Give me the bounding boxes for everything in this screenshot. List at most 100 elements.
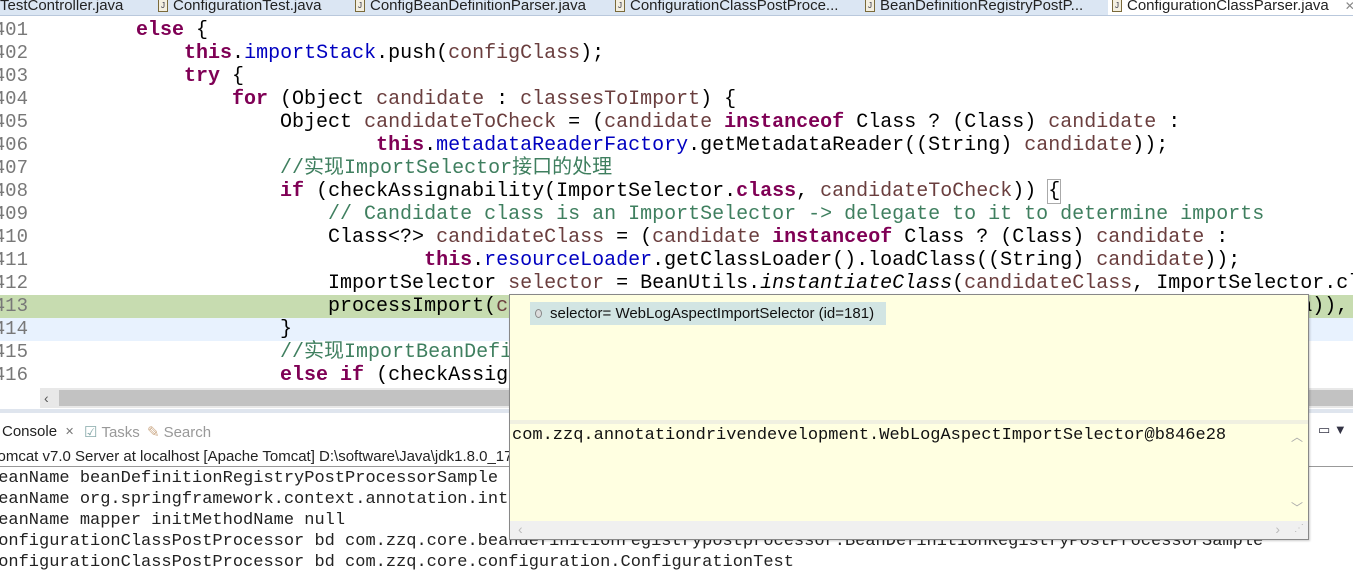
code-line[interactable]: 409 // Candidate class is an ImportSelec… <box>0 203 1353 226</box>
code-token: candidate <box>1024 134 1133 157</box>
tasks-icon: ☑ <box>84 424 98 441</box>
variable-tree-item[interactable]: selector= WebLogAspectImportSelector (id… <box>530 302 886 325</box>
line-number: 416 <box>0 364 28 386</box>
code-token: )); <box>1204 249 1241 272</box>
code-token: . <box>232 42 245 65</box>
code-token: this <box>184 42 233 65</box>
code-token: candidateToCheck <box>820 180 1013 203</box>
code-text: Object candidateToCheck = (candidate ins… <box>40 111 1180 134</box>
line-number: 412 <box>0 272 28 294</box>
tab-configurationclasspostprocessor[interactable]: J ConfigurationClassPostProce... <box>615 0 838 15</box>
code-line[interactable]: 412 ImportSelector selector = BeanUtils.… <box>0 272 1353 295</box>
tab-label: Console <box>2 423 58 440</box>
close-console-icon[interactable]: ✕ <box>65 425 74 438</box>
scroll-down-icon[interactable]: ﹀ <box>1291 499 1303 516</box>
code-token: else if <box>280 364 365 387</box>
tab-label: BeanDefinitionRegistryPostP... <box>880 0 1084 14</box>
variable-detail-text[interactable]: com.zzq.annotationdrivendevelopment.WebL… <box>511 424 1287 520</box>
console-toolbar: ▭ ▼ <box>1318 422 1347 438</box>
code-token: .push( <box>376 42 449 65</box>
code-token: . <box>424 134 437 157</box>
code-token: . <box>472 249 485 272</box>
tab-configurationclassparser[interactable]: J ConfigurationClassParser.java ✕ <box>1108 0 1353 15</box>
code-token: importStack <box>244 42 377 65</box>
code-text: this.metadataReaderFactory.getMetadataRe… <box>40 134 1168 157</box>
code-token: ); <box>580 42 605 65</box>
code-line[interactable]: 404 for (Object candidate : classesToImp… <box>0 88 1353 111</box>
code-token: : <box>1204 226 1229 249</box>
java-file-icon: J <box>355 0 365 12</box>
code-line[interactable]: 405 Object candidateToCheck = (candidate… <box>0 111 1353 134</box>
dropdown-icon[interactable]: ▼ <box>1334 422 1347 437</box>
line-number: 406 <box>0 134 28 156</box>
tab-configbeandefinitionparser[interactable]: J ConfigBeanDefinitionParser.java <box>355 0 586 15</box>
code-token: ) { <box>700 88 737 111</box>
code-line[interactable]: 408 if (checkAssignability(ImportSelecto… <box>0 179 1353 204</box>
scroll-left-icon[interactable]: ‹ <box>44 388 49 408</box>
line-number: 409 <box>0 203 28 225</box>
code-token: selector <box>508 272 605 295</box>
code-line[interactable]: 407 //实现ImportSelector接口的处理 <box>0 157 1353 180</box>
code-line[interactable]: 411 this.resourceLoader.getClassLoader()… <box>0 249 1353 272</box>
code-line[interactable]: 406 this.metadataReaderFactory.getMetada… <box>0 134 1353 157</box>
code-token: resourceLoader <box>484 249 653 272</box>
code-token: )); <box>1132 134 1169 157</box>
detail-vertical-scrollbar[interactable]: ︿ ﹀ <box>1288 424 1304 520</box>
line-number: 414 <box>0 318 28 340</box>
line-number: 413 <box>0 295 28 317</box>
code-token: class <box>736 180 797 203</box>
code-line[interactable]: 403 try { <box>0 65 1353 88</box>
tab-search[interactable]: ✎ Search <box>147 423 211 442</box>
tab-tasks[interactable]: ☑ Tasks <box>84 423 140 442</box>
code-token: processImport( <box>328 295 497 318</box>
resize-grip-icon[interactable]: ⋰ <box>1294 523 1304 534</box>
scroll-up-icon[interactable]: ︿ <box>1291 428 1303 445</box>
code-token: for <box>232 88 269 111</box>
code-token: .getMetadataReader((String) <box>688 134 1025 157</box>
code-token: Class<?> <box>328 226 437 249</box>
line-number: 403 <box>0 65 28 87</box>
code-token: = ( <box>604 226 653 249</box>
detail-horizontal-scrollbar[interactable]: ‹ › ⋰ <box>510 521 1308 539</box>
scroll-left-icon[interactable]: ‹ <box>518 521 523 537</box>
scroll-right-icon[interactable]: › <box>1275 521 1280 537</box>
code-line[interactable]: 410 Class<?> candidateClass = ( candidate… <box>0 226 1353 249</box>
variable-label: selector= WebLogAspectImportSelector (id… <box>550 305 875 322</box>
code-token: Object <box>280 111 365 134</box>
tab-label: ConfigBeanDefinitionParser.java <box>370 0 586 14</box>
code-token: candidate <box>1096 226 1205 249</box>
editor-tab-bar: TestController.java J ConfigurationTest.j… <box>0 0 1353 16</box>
open-console-icon[interactable]: ▭ <box>1318 422 1330 437</box>
tab-testcontroller[interactable]: TestController.java <box>0 0 124 15</box>
tab-console[interactable]: Console ✕ <box>2 423 74 440</box>
code-token: ImportSelector <box>328 272 509 295</box>
tab-beandefinitionregistrypostprocessor[interactable]: J BeanDefinitionRegistryPostP... <box>865 0 1084 15</box>
code-token: = BeanUtils. <box>604 272 761 295</box>
variable-inspect-popup[interactable]: selector= WebLogAspectImportSelector (id… <box>509 294 1309 540</box>
code-token: { <box>196 19 209 42</box>
tab-configurationtest[interactable]: J ConfigurationTest.java <box>158 0 321 15</box>
code-token: Class ? (Class) <box>844 111 1049 134</box>
code-token: candidateToCheck <box>364 111 557 134</box>
code-text: } <box>40 318 292 341</box>
code-text: try { <box>40 65 244 88</box>
line-number: 410 <box>0 226 28 248</box>
code-text: else { <box>40 19 208 42</box>
code-token: candidateClass <box>436 226 605 249</box>
code-token: Class ? (Class) <box>892 226 1097 249</box>
line-number: 415 <box>0 341 28 363</box>
code-text: ImportSelector selector = BeanUtils.inst… <box>40 272 1353 295</box>
line-number: 405 <box>0 111 28 133</box>
code-line[interactable]: 402 this.importStack.push(configClass); <box>0 42 1353 65</box>
tab-label: TestController.java <box>0 0 124 14</box>
code-token: instanceof <box>772 226 893 249</box>
code-text: this.importStack.push(configClass); <box>40 42 604 65</box>
line-number: 404 <box>0 88 28 110</box>
console-line: beanName org.springframework.context.ann… <box>0 490 529 509</box>
code-line[interactable]: 401 else { <box>0 19 1353 42</box>
close-tab-icon[interactable]: ✕ <box>1345 0 1353 13</box>
search-icon: ✎ <box>147 424 160 441</box>
field-icon <box>535 309 542 318</box>
code-text: Class<?> candidateClass = ( candidate ins… <box>40 226 1228 249</box>
